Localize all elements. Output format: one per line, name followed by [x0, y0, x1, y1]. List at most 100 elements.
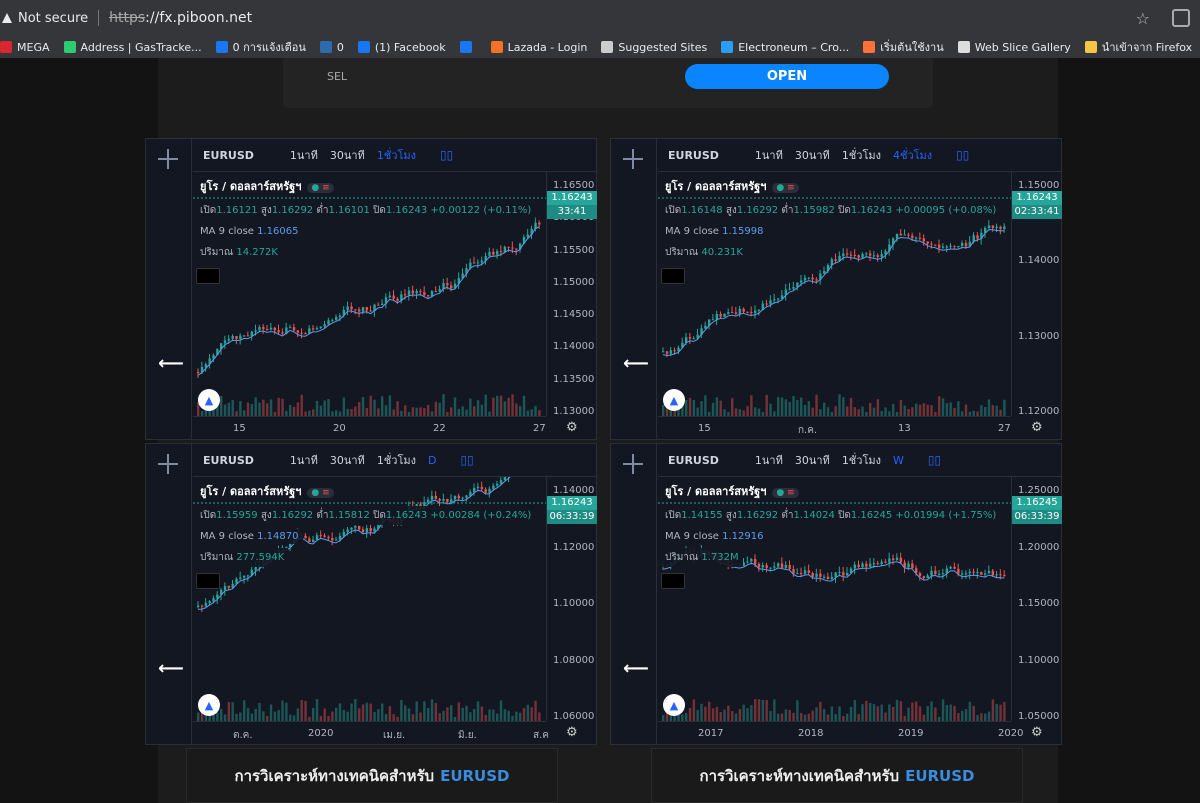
volume-row: ปริมาณ 1.732M [661, 548, 743, 567]
tradingview-logo-icon[interactable]: ▲ [663, 389, 685, 411]
timeframe-button[interactable]: 30นาที [795, 146, 830, 164]
volume-bar [876, 706, 880, 721]
volume-bar [995, 405, 998, 416]
timeframe-button[interactable]: 30นาที [795, 451, 830, 469]
gear-icon[interactable]: ⚙ [566, 420, 578, 435]
tradingview-logo-icon[interactable]: ▲ [198, 694, 220, 716]
gear-icon[interactable]: ⚙ [1031, 725, 1043, 740]
close-value: 1.16243 [385, 510, 428, 521]
volume-bar [696, 710, 699, 721]
bookmark-item[interactable]: Electroneum – Cro... [721, 41, 849, 54]
volume-bar [492, 709, 495, 721]
timeframe-button[interactable]: 1นาที [755, 451, 783, 469]
timeframe-button[interactable]: 1ชั่วโมง [842, 146, 881, 164]
crosshair-icon[interactable] [623, 149, 643, 169]
chart-widget[interactable]: ⟵ EURUSD 1นาที 30นาที 1ชั่วโมง D ▯▯ 1.14000… [145, 443, 597, 745]
open-value: 1.16148 [681, 205, 723, 216]
bookmark-item[interactable]: (1) Facebook [357, 41, 446, 54]
back-arrow-icon[interactable]: ⟵ [158, 658, 184, 679]
volume-bar [876, 399, 880, 416]
volume-bar [404, 405, 407, 416]
timeframe-button[interactable]: 4ชั่วโมง [893, 146, 932, 164]
symbol-label[interactable]: EURUSD [668, 454, 719, 467]
url-field[interactable]: https://fx.piboon.net [109, 10, 252, 26]
bookmark-item[interactable] [459, 41, 477, 53]
tradingview-logo-icon[interactable]: ▲ [198, 389, 220, 411]
timeframe-button[interactable]: 1ชั่วโมง [377, 146, 416, 164]
back-arrow-icon[interactable]: ⟵ [623, 658, 649, 679]
volume-bar [354, 699, 357, 721]
timeframe-button[interactable]: 1ชั่วโมง [842, 451, 881, 469]
volume-bar [457, 702, 461, 721]
candle-body [354, 309, 357, 311]
analysis-card-2[interactable]: การวิเคราะห์ทางเทคนิคสำหรับ EURUSD [651, 748, 1023, 803]
volume-bar [719, 712, 722, 721]
candle-body [250, 331, 254, 336]
bookmark-item[interactable]: เริ่มต้นใช้งาน [863, 38, 944, 56]
bookmark-item[interactable]: MEGA [0, 41, 50, 54]
candle-body [407, 290, 411, 295]
timeframe-button[interactable]: 1นาที [755, 146, 783, 164]
tradingview-logo-icon[interactable]: ▲ [663, 694, 685, 716]
bookmark-item[interactable]: นำเข้าจาก Firefox [1084, 38, 1193, 56]
chart-widget[interactable]: ⟵ EURUSD 1นาที 30นาที 1ชั่วโมง W ▯▯ 1.25000… [610, 443, 1062, 745]
timeframe-button[interactable]: D [428, 454, 436, 467]
open-button[interactable]: OPEN [685, 64, 889, 89]
bookmark-item[interactable]: Address | GasTracke... [63, 41, 202, 54]
warning-icon [2, 13, 12, 23]
collapse-button[interactable] [661, 573, 685, 589]
crosshair-icon[interactable] [158, 149, 178, 169]
collapse-button[interactable] [196, 268, 220, 284]
timeframe-button[interactable]: 30นาที [330, 146, 365, 164]
volume-bar [269, 704, 273, 721]
security-indicator[interactable]: Not secure [0, 11, 88, 26]
collapse-button[interactable] [661, 268, 685, 284]
analysis-symbol: EURUSD [440, 766, 510, 785]
bookmark-item[interactable]: Lazada - Login [490, 41, 587, 54]
candle-body [450, 285, 453, 289]
bookmark-icon [357, 41, 370, 53]
candlestick-icon[interactable]: ▯▯ [440, 148, 453, 162]
bookmark-item[interactable]: 0 [319, 41, 344, 54]
volume-bar [788, 401, 791, 416]
timeframe-button[interactable]: 1ชั่วโมง [377, 451, 416, 469]
timeframe-button[interactable]: 30นาที [330, 451, 365, 469]
timeframe-button[interactable]: 1นาที [290, 146, 318, 164]
analysis-card-1[interactable]: การวิเคราะห์ทางเทคนิคสำหรับ EURUSD [186, 748, 558, 803]
candle-body [369, 310, 372, 312]
chart-legend: ยูโร / ดอลลาร์สหรัฐฯ ● ≡ เปิด1.15959 สูง1… [196, 480, 536, 589]
candle-body [704, 325, 707, 329]
chart-widget[interactable]: ⟵ EURUSD 1นาที 30นาที 1ชั่วโมง 4ชั่วโมง ▯▯ … [610, 138, 1062, 440]
bookmark-item[interactable]: 0 การแจ้งเตือน [215, 38, 306, 56]
candle-body [788, 288, 791, 290]
back-arrow-icon[interactable]: ⟵ [623, 353, 649, 374]
chart-widget[interactable]: ⟵ EURUSD 1นาที 30นาที 1ชั่วโมง ▯▯ 1.16500 1… [145, 138, 597, 440]
volume-bar [727, 705, 730, 721]
bookmark-star-icon[interactable]: ☆ [1136, 9, 1150, 28]
extension-icon[interactable] [1172, 9, 1190, 27]
bookmark-item[interactable]: Web Slice Gallery [957, 41, 1071, 54]
volume-bar [853, 407, 857, 416]
timeframe-button[interactable]: W [893, 454, 904, 467]
volume-bar [465, 705, 468, 721]
gear-icon[interactable]: ⚙ [1031, 420, 1043, 435]
volume-bar [231, 702, 234, 721]
symbol-label[interactable]: EURUSD [203, 149, 254, 162]
bookmark-label: นำเข้าจาก Firefox [1101, 41, 1193, 54]
countdown-tag: 33:41 [547, 205, 597, 219]
candlestick-icon[interactable]: ▯▯ [956, 148, 969, 162]
symbol-label[interactable]: EURUSD [203, 454, 254, 467]
bookmark-item[interactable]: Suggested Sites [601, 41, 707, 54]
volume-bar [346, 711, 349, 721]
symbol-label[interactable]: EURUSD [668, 149, 719, 162]
collapse-button[interactable] [196, 573, 220, 589]
candlestick-icon[interactable]: ▯▯ [928, 453, 941, 467]
gear-icon[interactable]: ⚙ [566, 725, 578, 740]
timeframe-button[interactable]: 1นาที [290, 451, 318, 469]
back-arrow-icon[interactable]: ⟵ [158, 353, 184, 374]
candlestick-icon[interactable]: ▯▯ [460, 453, 473, 467]
crosshair-icon[interactable] [158, 454, 178, 474]
volume-bar [396, 401, 399, 416]
time-tick-label: 2019 [898, 728, 924, 739]
crosshair-icon[interactable] [623, 454, 643, 474]
